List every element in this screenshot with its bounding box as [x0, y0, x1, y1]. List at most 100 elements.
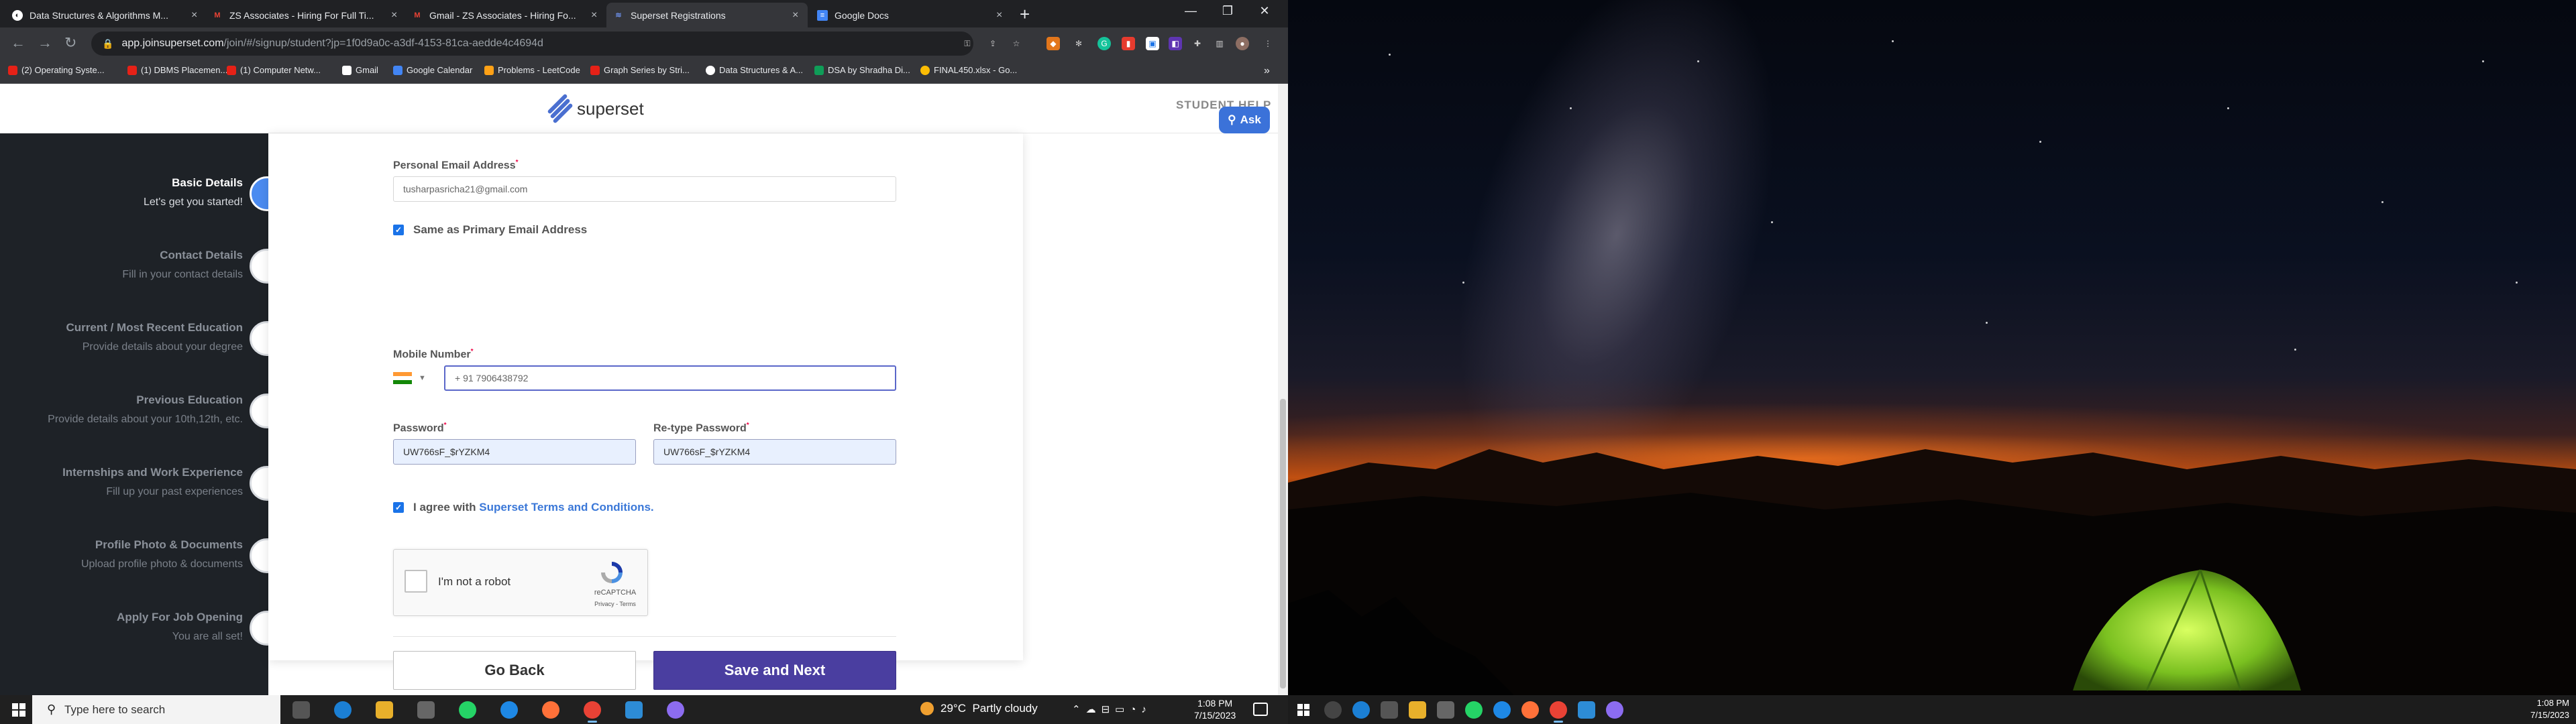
brand-logo[interactable]: superset	[543, 93, 644, 124]
puzzle-icon[interactable]: ✚	[1191, 37, 1204, 50]
edge-icon[interactable]	[1352, 701, 1370, 719]
onedrive-icon[interactable]	[500, 701, 518, 719]
back-icon[interactable]: ←	[11, 35, 25, 51]
app-icon[interactable]	[1606, 701, 1623, 719]
windows-start-icon[interactable]	[12, 703, 25, 717]
step-previous-education[interactable]: Previous Education Provide details about…	[0, 394, 243, 426]
extension-icon[interactable]: ▮	[1122, 37, 1135, 50]
chrome-icon[interactable]	[584, 701, 601, 723]
metamask-icon[interactable]: ◆	[1046, 37, 1060, 50]
vscode-icon[interactable]	[625, 701, 643, 719]
close-icon[interactable]: ×	[792, 9, 798, 21]
firefox-icon[interactable]	[1521, 701, 1539, 719]
bookmark-item[interactable]: (2) Operating Syste...	[8, 65, 105, 75]
taskbar-clock[interactable]: 1:08 PM 7/15/2023	[1194, 697, 1236, 721]
sidepanel-icon[interactable]: ▥	[1213, 37, 1226, 50]
menu-dots-icon[interactable]: ⋮	[1261, 37, 1275, 50]
step-profile-photo[interactable]: Profile Photo & Documents Upload profile…	[0, 538, 243, 570]
address-bar[interactable]: 🔒 app.joinsuperset.com /join/#/signup/st…	[91, 32, 973, 56]
bookmark-item[interactable]: Gmail	[342, 65, 378, 75]
browser-tab[interactable]: M ZS Associates - Hiring For Full Ti... …	[205, 3, 407, 27]
url-path: /join/#/signup/student?jp=1f0d9a0c-a3df-…	[223, 38, 543, 49]
bookmark-item[interactable]: Problems - LeetCode	[484, 65, 580, 75]
taskbar-clock[interactable]: 1:08 PM 7/15/2023	[2521, 697, 2569, 721]
close-icon[interactable]: ×	[191, 9, 197, 21]
agree-terms-checkbox[interactable]: ✓	[393, 502, 404, 513]
bookmark-item[interactable]: Graph Series by Stri...	[590, 65, 690, 75]
step-current-education[interactable]: Current / Most Recent Education Provide …	[0, 321, 243, 353]
step-apply-job[interactable]: Apply For Job Opening You are all set!	[0, 611, 243, 643]
close-icon[interactable]: ×	[591, 9, 597, 21]
extension-icon[interactable]: ◧	[1169, 37, 1182, 50]
recaptcha-links[interactable]: Privacy - Terms	[588, 601, 642, 607]
gmail-icon	[342, 65, 352, 75]
new-tab-button[interactable]: +	[1020, 4, 1030, 24]
mail-icon[interactable]	[417, 701, 435, 719]
mobile-number-field[interactable]: + 91 7906438792	[444, 365, 896, 391]
vscode-icon[interactable]	[1578, 701, 1595, 719]
extension-icon[interactable]: ▣	[1146, 37, 1159, 50]
close-icon[interactable]: ×	[391, 9, 397, 21]
terms-link[interactable]: Superset Terms and Conditions.	[479, 501, 653, 514]
avatar[interactable]: ●	[1236, 37, 1249, 50]
same-as-primary-checkbox[interactable]: ✓	[393, 225, 404, 235]
key-icon[interactable]: ⚿	[961, 37, 974, 50]
gear-icon[interactable]: ✻	[1072, 37, 1085, 50]
taskbar-search[interactable]: ⚲ Type here to search	[32, 695, 280, 724]
minimize-icon[interactable]: —	[1181, 4, 1201, 18]
retype-password-field[interactable]: UW766sF_$rYZKM4	[653, 439, 896, 465]
browser-tab[interactable]: ≡ Google Docs ×	[810, 3, 1012, 27]
notification-icon[interactable]	[1253, 703, 1268, 716]
step-basic-details[interactable]: Basic Details Let's get you started!	[0, 176, 243, 208]
tab-label: Superset Registrations	[631, 9, 726, 21]
reload-icon[interactable]: ↻	[64, 35, 76, 51]
bookmark-item[interactable]: Data Structures & A...	[706, 65, 803, 75]
chrome-icon[interactable]	[1550, 701, 1567, 723]
search-icon: ⚲	[1228, 113, 1236, 126]
share-icon[interactable]: ⇪	[986, 37, 1000, 50]
bookmark-item[interactable]: FINAL450.xlsx - Go...	[920, 65, 1017, 75]
weather-widget[interactable]: 29°C Partly cloudy	[920, 702, 1038, 715]
country-code-select[interactable]: ▼	[393, 365, 440, 391]
page-scrollbar[interactable]	[1278, 84, 1288, 695]
form-divider	[393, 636, 896, 637]
whatsapp-icon[interactable]	[1465, 701, 1483, 719]
whatsapp-icon[interactable]	[459, 701, 476, 719]
bookmark-item[interactable]: DSA by Shradha Di...	[814, 65, 910, 75]
onedrive-icon[interactable]	[1493, 701, 1511, 719]
personal-email-field[interactable]: tusharpasricha21@gmail.com	[393, 176, 896, 202]
step-contact-details[interactable]: Contact Details Fill in your contact det…	[0, 249, 243, 281]
recaptcha-checkbox[interactable]	[405, 570, 427, 593]
step-internships[interactable]: Internships and Work Experience Fill up …	[0, 466, 243, 498]
app-icon[interactable]	[667, 701, 684, 719]
bookmark-item[interactable]: Google Calendar	[393, 65, 472, 75]
mail-icon[interactable]	[1437, 701, 1454, 719]
maximize-icon[interactable]: ❐	[1218, 4, 1238, 18]
file-explorer-icon[interactable]	[1409, 701, 1426, 719]
password-field[interactable]: UW766sF_$rYZKM4	[393, 439, 636, 465]
forward-icon[interactable]: →	[38, 35, 52, 51]
bookmark-item[interactable]: (1) DBMS Placemen...	[127, 65, 227, 75]
bookmark-item[interactable]: (1) Computer Netw...	[227, 65, 321, 75]
browser-tab[interactable]: M Gmail - ZS Associates - Hiring Fo... ×	[405, 3, 606, 27]
firefox-icon[interactable]	[542, 701, 559, 719]
windows-start-icon[interactable]	[1297, 704, 1309, 716]
system-tray[interactable]: ⌃☁⊟▭◔♪	[1072, 703, 1152, 715]
task-view-icon[interactable]	[292, 701, 310, 719]
close-window-icon[interactable]: ✕	[1254, 4, 1275, 18]
go-back-button[interactable]: Go Back	[393, 651, 636, 690]
close-icon[interactable]: ×	[996, 9, 1002, 21]
star-icon[interactable]: ☆	[1010, 37, 1023, 50]
browser-tab-active[interactable]: ≋ Superset Registrations ×	[606, 3, 808, 27]
scrollbar-thumb[interactable]	[1280, 399, 1286, 688]
save-and-next-button[interactable]: Save and Next	[653, 651, 896, 690]
youtube-icon	[127, 65, 137, 75]
ask-button[interactable]: ⚲ Ask	[1219, 107, 1270, 133]
browser-tab[interactable]: ◐ Data Structures & Algorithms M... ×	[5, 3, 207, 27]
task-view-icon[interactable]	[1381, 701, 1398, 719]
file-explorer-icon[interactable]	[376, 701, 393, 719]
search-icon[interactable]	[1324, 701, 1342, 719]
bookmarks-overflow[interactable]: »	[1264, 65, 1270, 77]
grammarly-icon[interactable]: G	[1097, 37, 1111, 50]
edge-icon[interactable]	[334, 701, 352, 719]
